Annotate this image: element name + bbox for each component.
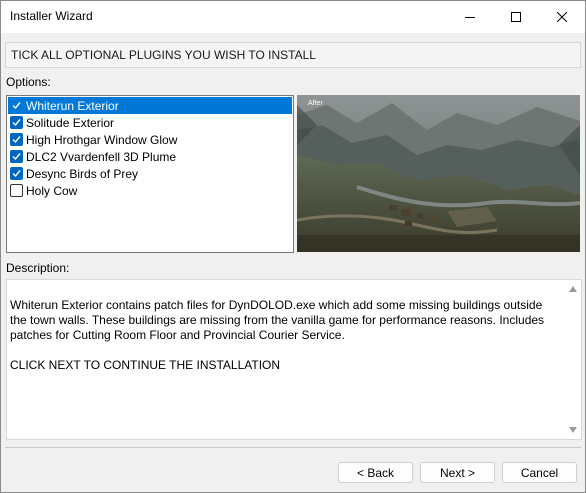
preview-caption: After [308,100,323,107]
scroll-up-arrow-icon[interactable] [569,286,577,292]
option-label: Whiterun Exterior [26,99,119,113]
option-label: DLC2 Vvardenfell 3D Plume [26,150,177,164]
checkbox-checked-icon[interactable] [10,133,23,146]
close-button[interactable] [539,1,585,33]
description-footer: CLICK NEXT TO CONTINUE THE INSTALLATION [10,358,281,372]
option-item[interactable]: Desync Birds of Prey [8,165,292,182]
maximize-button[interactable] [493,1,539,33]
scroll-down-arrow-icon[interactable] [569,427,577,433]
option-label: Desync Birds of Prey [26,167,139,181]
checkbox-checked-icon[interactable] [10,150,23,163]
instruction-banner: TICK ALL OPTIONAL PLUGINS YOU WISH TO IN… [5,42,581,68]
description-label: Description: [6,261,70,275]
checkbox-unchecked-icon[interactable] [10,184,23,197]
window-title: Installer Wizard [10,9,93,23]
title-bar[interactable]: Installer Wizard [1,1,585,33]
minimize-button[interactable] [447,1,493,33]
minimize-icon [465,12,475,22]
description-box[interactable]: Whiterun Exterior contains patch files f… [6,279,582,440]
option-item[interactable]: Solitude Exterior [8,114,292,131]
preview-image: After [297,95,580,252]
option-item[interactable]: DLC2 Vvardenfell 3D Plume [8,148,292,165]
installer-window: Installer Wizard TICK ALL OPTIONAL PLUGI… [0,0,586,493]
instruction-text: TICK ALL OPTIONAL PLUGINS YOU WISH TO IN… [11,48,316,62]
description-body: Whiterun Exterior contains patch files f… [10,298,562,373]
next-button[interactable]: Next > [420,462,495,483]
option-label: Holy Cow [26,184,78,198]
options-list[interactable]: Whiterun Exterior Solitude Exterior High H… [6,95,294,253]
footer-divider [5,447,581,448]
description-text: Whiterun Exterior contains patch files f… [10,298,545,342]
option-item[interactable]: High Hrothgar Window Glow [8,131,292,148]
option-label: High Hrothgar Window Glow [26,133,178,147]
option-item[interactable]: Holy Cow [8,182,292,199]
checkbox-checked-icon[interactable] [10,167,23,180]
maximize-icon [511,12,521,22]
options-label: Options: [6,75,51,89]
close-icon [557,12,567,22]
cancel-button[interactable]: Cancel [502,462,577,483]
option-item[interactable]: Whiterun Exterior [8,97,292,114]
option-label: Solitude Exterior [26,116,115,130]
back-button[interactable]: < Back [338,462,413,483]
checkbox-checked-icon[interactable] [10,116,23,129]
landscape-image [297,95,580,252]
checkbox-checked-icon[interactable] [10,99,23,112]
